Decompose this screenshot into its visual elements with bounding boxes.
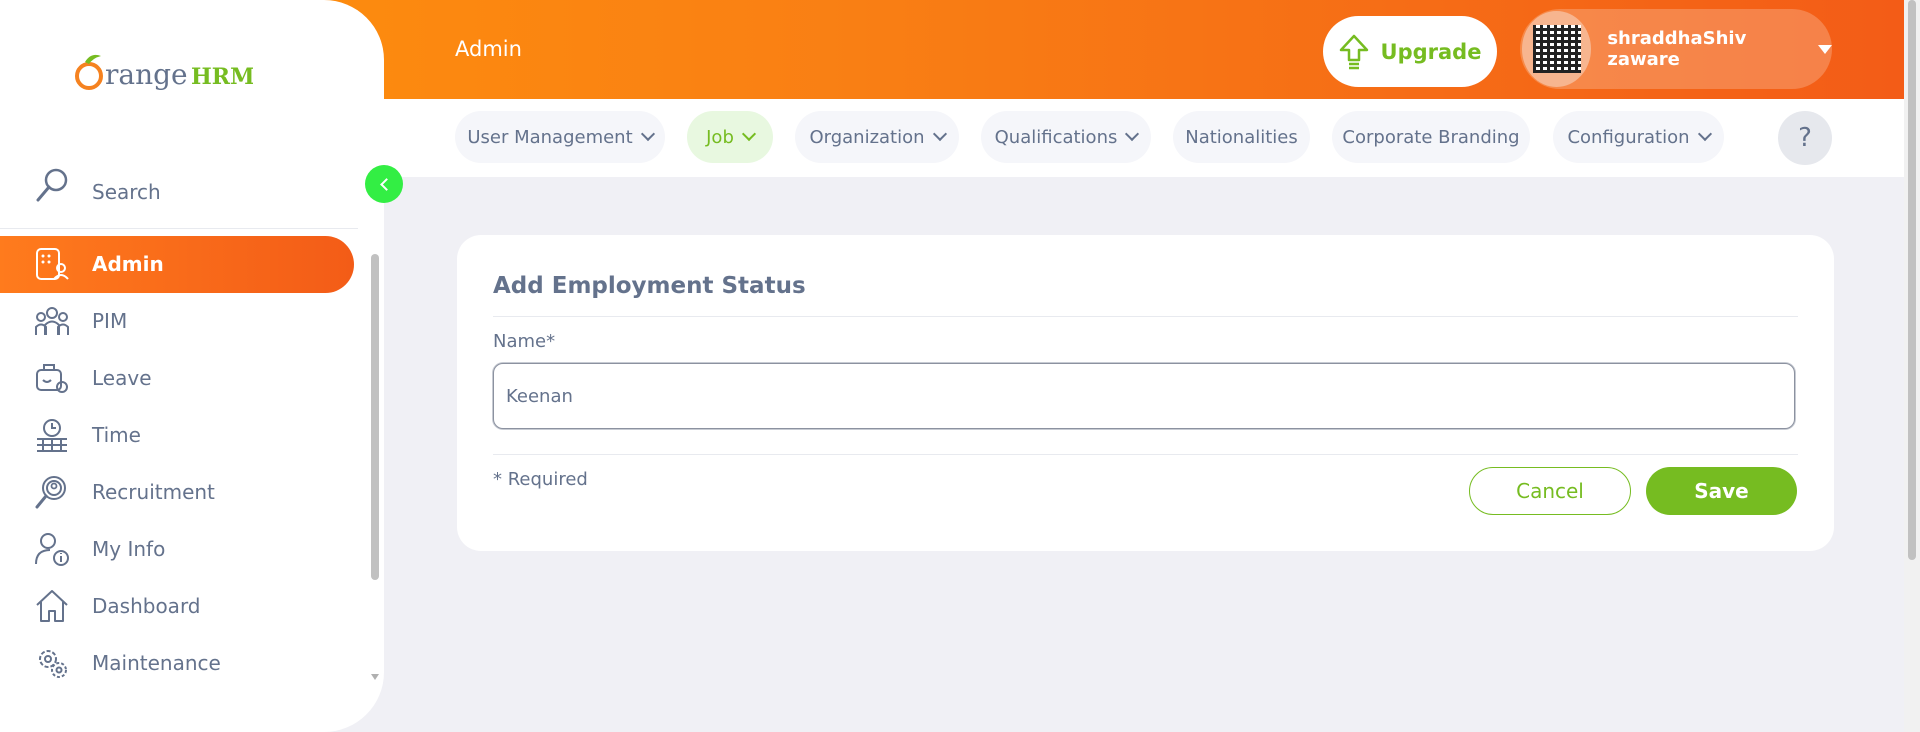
leave-icon [36, 364, 68, 393]
orangehrm-logo: range HRM [75, 54, 253, 91]
sidebar-scrollbar[interactable] [370, 250, 380, 690]
page-scrollbar[interactable] [1904, 0, 1920, 732]
chevron-down-icon [1697, 126, 1712, 142]
search-placeholder: Search [92, 180, 161, 204]
name-field[interactable] [493, 363, 1795, 429]
required-note: * Required [493, 469, 588, 490]
sidebar-collapse-button[interactable] [365, 165, 403, 203]
page-scroll-thumb[interactable] [1908, 0, 1916, 560]
page-title: Admin [455, 37, 522, 61]
add-employment-status-card: Add Employment Status Name* * Required C… [457, 235, 1834, 551]
form-title: Add Employment Status [493, 273, 806, 299]
tab-organization[interactable]: Organization [795, 111, 959, 163]
pim-icon [35, 307, 69, 335]
chevron-down-icon [932, 126, 947, 142]
sidebar: range HRM Search Admin PIM Leave Time Re… [0, 0, 384, 732]
sidebar-item-label: Admin [92, 252, 164, 276]
tab-label: Qualifications [994, 126, 1118, 148]
dashboard-icon [36, 590, 68, 622]
tab-label: Configuration [1567, 126, 1690, 148]
user-name: shraddhaShiv zaware [1607, 28, 1747, 70]
sidebar-item-label: Leave [92, 366, 152, 390]
sidebar-item-my-info[interactable]: My Info [0, 521, 354, 578]
sidebar-search[interactable]: Search [0, 160, 358, 229]
title-divider [493, 316, 1798, 317]
tab-nationalities[interactable]: Nationalities [1173, 111, 1310, 163]
logo-text-orange: range [105, 58, 188, 91]
sidebar-item-label: Recruitment [92, 480, 215, 504]
caret-down-icon [1818, 44, 1832, 54]
chevron-left-icon [379, 177, 393, 191]
name-field-label: Name* [493, 331, 556, 352]
sidebar-item-maintenance[interactable]: Maintenance [0, 635, 354, 692]
sidebar-item-label: Dashboard [92, 594, 201, 618]
sidebar-item-label: Time [92, 423, 141, 447]
tab-label: Organization [809, 126, 925, 148]
help-button[interactable]: ? [1778, 111, 1832, 165]
search-icon [36, 168, 68, 202]
time-icon [37, 419, 67, 452]
sidebar-item-leave[interactable]: Leave [0, 350, 354, 407]
tab-qualifications[interactable]: Qualifications [981, 111, 1151, 163]
tab-label: Job [706, 126, 734, 148]
upgrade-arrow-icon [1339, 34, 1368, 69]
tab-label: User Management [467, 126, 633, 148]
scroll-down-arrow-icon[interactable] [371, 674, 379, 680]
sidebar-item-time[interactable]: Time [0, 407, 354, 464]
upgrade-label: Upgrade [1380, 39, 1482, 64]
form-divider [493, 454, 1798, 455]
sidebar-item-recruitment[interactable]: Recruitment [0, 464, 354, 521]
chevron-down-icon [640, 126, 655, 142]
sidebar-item-admin[interactable]: Admin [0, 236, 354, 293]
chevron-down-icon [741, 126, 756, 142]
save-button[interactable]: Save [1646, 467, 1797, 515]
sidebar-item-label: My Info [92, 537, 166, 561]
sidebar-item-dashboard[interactable]: Dashboard [0, 578, 354, 635]
avatar [1522, 11, 1592, 87]
chevron-down-icon [1125, 126, 1140, 142]
user-dropdown[interactable]: shraddhaShiv zaware [1520, 9, 1832, 89]
my-info-icon [35, 533, 69, 566]
tab-job[interactable]: Job [687, 111, 773, 163]
logo-text-green: HRM [191, 64, 253, 90]
tab-corporate-branding[interactable]: Corporate Branding [1332, 111, 1530, 163]
admin-icon [36, 248, 69, 280]
cancel-button[interactable]: Cancel [1469, 467, 1631, 515]
recruitment-icon [35, 476, 66, 509]
avatar-image [1532, 25, 1581, 73]
sidebar-item-label: PIM [92, 309, 128, 333]
sidebar-scroll-thumb[interactable] [371, 254, 379, 580]
tab-user-management[interactable]: User Management [455, 111, 665, 163]
sidebar-item-pim[interactable]: PIM [0, 293, 354, 350]
tab-label: Corporate Branding [1342, 126, 1520, 148]
sidebar-item-label: Maintenance [92, 651, 221, 675]
tab-label: Nationalities [1185, 126, 1298, 148]
maintenance-icon [39, 650, 67, 678]
tab-configuration[interactable]: Configuration [1553, 111, 1724, 163]
upgrade-button[interactable]: Upgrade [1323, 16, 1497, 87]
